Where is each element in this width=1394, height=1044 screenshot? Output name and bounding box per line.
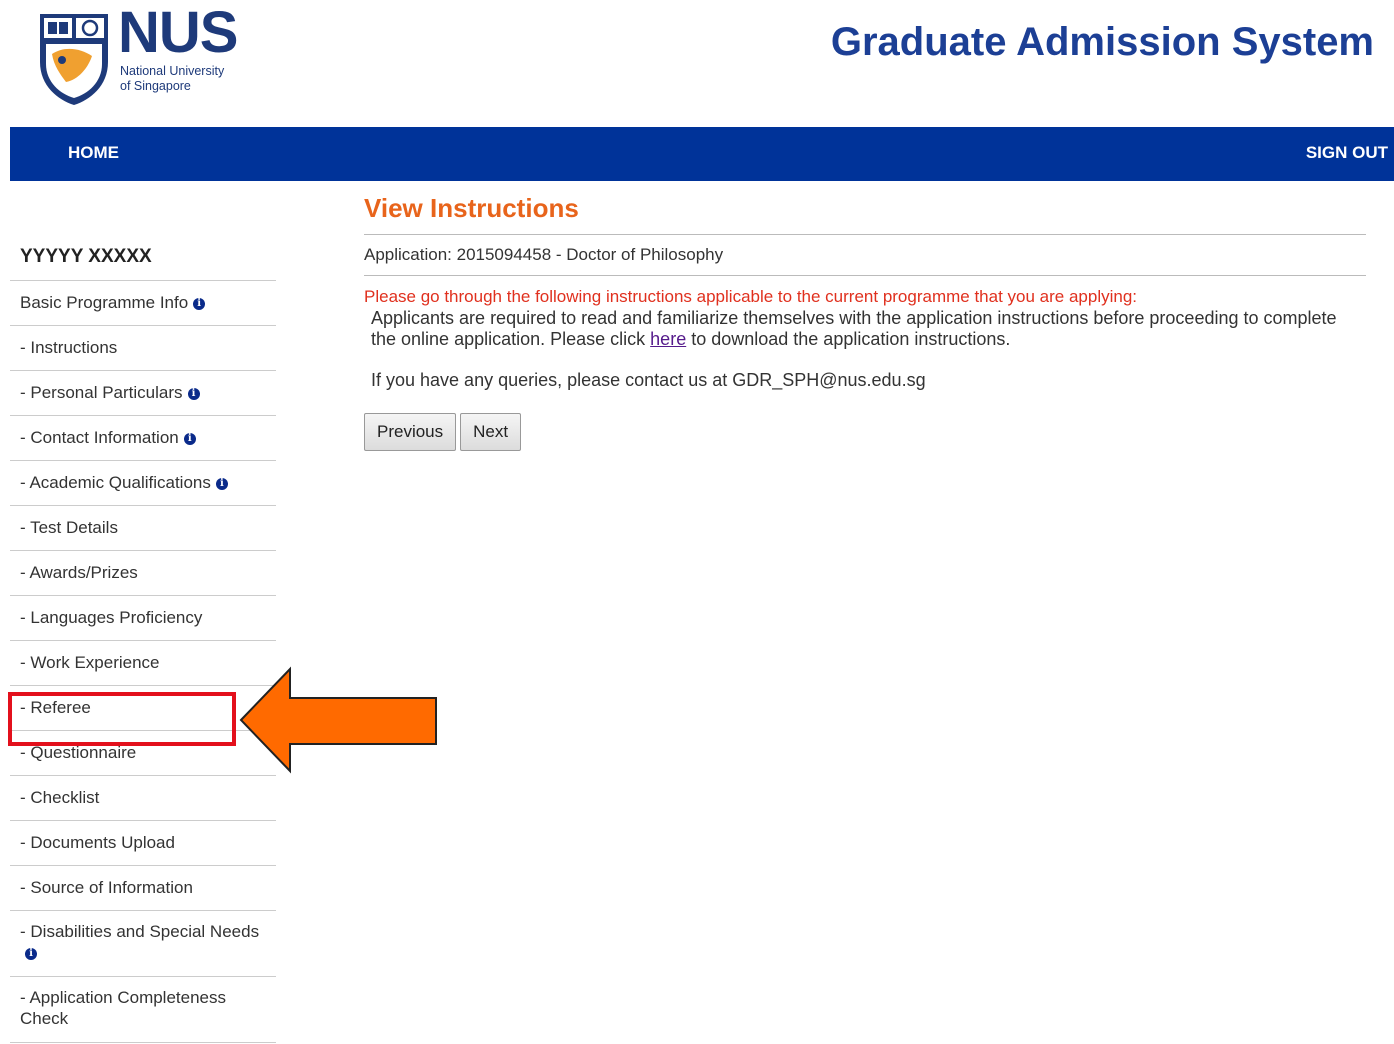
home-link[interactable]: HOME [68, 143, 119, 163]
sidebar-item-label: - Questionnaire [20, 743, 137, 762]
instruction-text-end: to download the application instructions… [686, 329, 1011, 349]
sidebar-item-text: - Disabilities and Special Needs i [20, 921, 266, 963]
instruction-body: Applicants are required to read and fami… [364, 308, 1366, 350]
sidebar-item-academic-qualifications[interactable]: - Academic Qualifications i [10, 461, 276, 506]
sidebar-item-awards-prizes[interactable]: - Awards/Prizes [10, 551, 276, 596]
sidebar-item-label: - Source of Information [20, 878, 193, 897]
sidebar-item-source-of-information[interactable]: - Source of Information [10, 866, 276, 911]
applicant-name: YYYYY XXXXX [10, 236, 276, 281]
top-navbar: HOME SIGN OUT [10, 127, 1394, 181]
sidebar-item-label: - Languages Proficiency [20, 608, 203, 627]
divider [364, 275, 1366, 276]
next-button[interactable]: Next [460, 413, 522, 451]
sidebar-item-languages-proficiency[interactable]: - Languages Proficiency [10, 596, 276, 641]
nus-logo: NUS National University of Singapore [36, 4, 251, 108]
info-icon[interactable]: i [25, 947, 37, 960]
left-arrow-icon [239, 666, 437, 774]
sidebar-item-instructions[interactable]: - Instructions [10, 326, 276, 371]
application-line: Application: 2015094458 - Doctor of Phil… [364, 245, 724, 264]
sidebar-item-referee[interactable]: - Referee [10, 686, 276, 731]
sidebar-menu: Basic Programme Info i - Instructions - Per… [10, 281, 276, 1043]
sidebar-item-application-completeness-check[interactable]: - Application Completeness Check [10, 977, 276, 1043]
logo-subtitle-line1: National University [120, 64, 225, 78]
sidebar-item-label: - Personal Particulars [20, 383, 183, 402]
sidebar-item-contact-information[interactable]: - Contact Information i [10, 416, 276, 461]
info-icon[interactable]: i [183, 432, 196, 445]
sidebar-item-label: - Work Experience [20, 653, 160, 672]
sidebar-item-label: - Instructions [20, 338, 118, 357]
sidebar-item-label: Basic Programme Info [20, 293, 189, 312]
sidebar-item-label: - Documents Upload [20, 833, 175, 852]
sidebar-item-label: - Checklist [20, 788, 100, 807]
info-icon[interactable]: i [215, 477, 228, 490]
sidebar-item-personal-particulars[interactable]: - Personal Particulars i [10, 371, 276, 416]
sidebar-item-label: - Contact Information [20, 428, 179, 447]
info-icon[interactable]: i [193, 297, 206, 310]
sidebar-item-documents-upload[interactable]: - Documents Upload [10, 821, 276, 866]
page-title: View Instructions [364, 193, 579, 223]
sidebar-item-text: - Academic Qualifications i [20, 473, 228, 493]
sidebar-item-basic-programme-info[interactable]: Basic Programme Info i [10, 281, 276, 326]
sidebar: YYYYY XXXXX Basic Programme Info i - Instr… [10, 236, 276, 1043]
sidebar-item-questionnaire[interactable]: - Questionnaire [10, 731, 276, 776]
contact-line: If you have any queries, please contact … [371, 370, 926, 390]
instruction-note: Please go through the following instruct… [364, 287, 1138, 306]
info-icon[interactable]: i [187, 387, 200, 400]
sidebar-item-text: - Contact Information i [20, 428, 196, 448]
sidebar-item-label: - Awards/Prizes [20, 563, 138, 582]
nav-buttons: Previous Next [364, 413, 1366, 451]
sidebar-item-disabilities-and-special-needs[interactable]: - Disabilities and Special Needs i [10, 911, 276, 977]
sidebar-item-work-experience[interactable]: - Work Experience [10, 641, 276, 686]
logo-subtitle-line2: of Singapore [120, 79, 191, 93]
previous-button[interactable]: Previous [364, 413, 457, 451]
download-instructions-link[interactable]: here [650, 329, 686, 349]
logo-subtitle: National University of Singapore [120, 64, 224, 94]
nus-shield-icon [40, 14, 108, 105]
sidebar-item-label: - Academic Qualifications [20, 473, 211, 492]
sidebar-item-text: - Personal Particulars i [20, 383, 200, 403]
sidebar-item-text: Basic Programme Info i [20, 293, 206, 313]
sign-out-link[interactable]: SIGN OUT [1306, 143, 1388, 163]
main-content: View Instructions Application: 201509445… [364, 190, 1366, 451]
system-title: Graduate Admission System [830, 20, 1374, 64]
sidebar-item-label: - Application Completeness Check [20, 988, 227, 1028]
logo-wordmark: NUS [118, 0, 238, 65]
sidebar-item-label: - Disabilities and Special Needs [20, 922, 260, 941]
sidebar-item-label: - Test Details [20, 518, 118, 537]
sidebar-item-checklist[interactable]: - Checklist [10, 776, 276, 821]
sidebar-item-test-details[interactable]: - Test Details [10, 506, 276, 551]
sidebar-item-label: - Referee [20, 698, 91, 717]
